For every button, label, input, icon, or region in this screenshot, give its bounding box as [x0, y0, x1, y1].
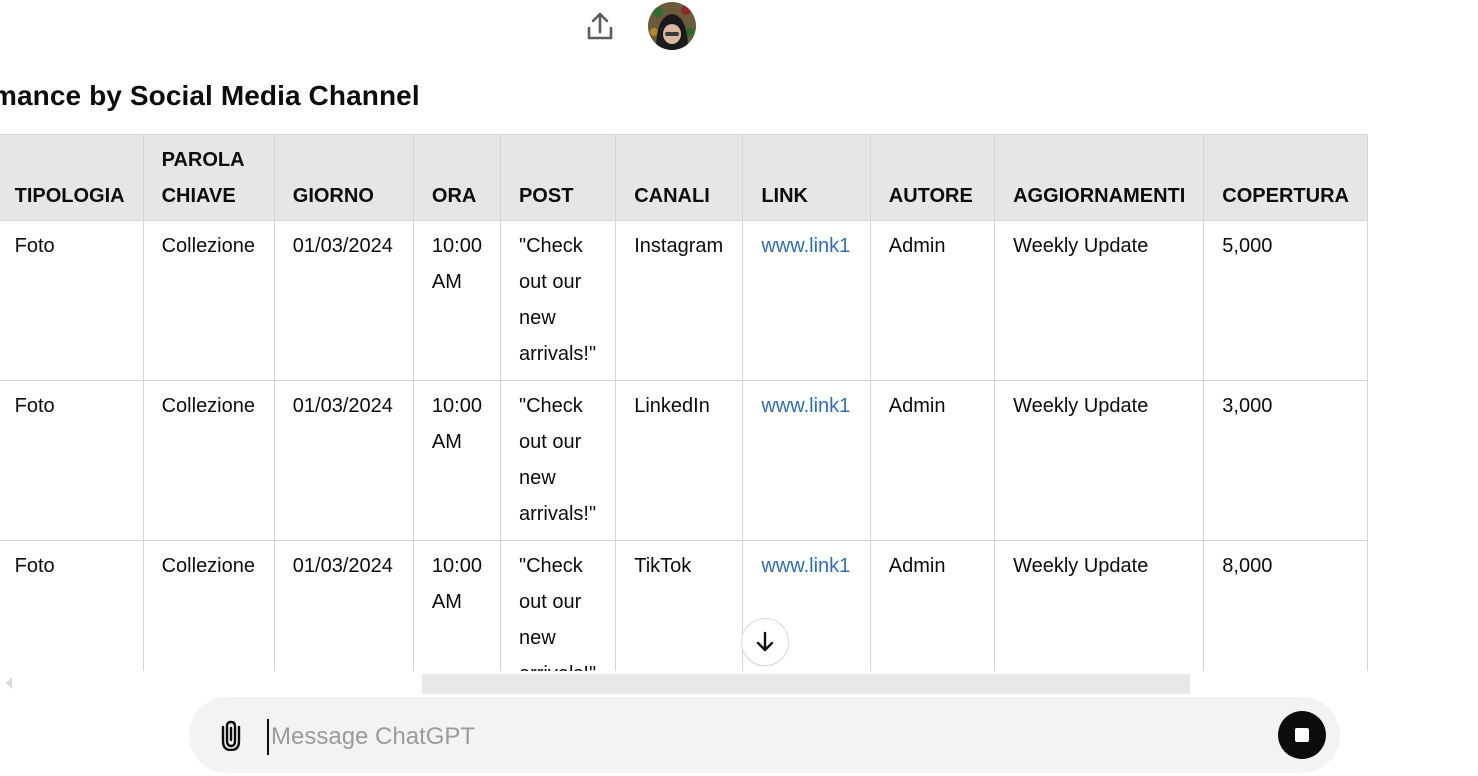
table-cell: 10:00 AM: [412, 380, 501, 541]
column-header: COPERTURA: [1203, 134, 1368, 221]
table-cell: TikTok: [615, 540, 744, 671]
avatar-image: [648, 2, 696, 50]
column-header: CANALI: [615, 134, 744, 221]
table-cell: 5,000: [1203, 220, 1368, 381]
message-composer: [189, 697, 1340, 773]
table-cell: Collezione: [142, 380, 275, 541]
scrollbar-thumb[interactable]: [422, 674, 1190, 694]
column-header: LINK: [742, 134, 871, 221]
table-cell: Collezione: [142, 540, 275, 671]
table-link[interactable]: www.link1: [761, 235, 850, 257]
page-heading: mance by Social Media Channel: [0, 80, 420, 111]
table-cell: Admin: [869, 380, 996, 541]
column-header: GIORNO: [273, 134, 414, 221]
table-cell: Instagram: [615, 220, 744, 381]
table-link[interactable]: www.link1: [761, 395, 850, 417]
table-cell: LinkedIn: [615, 380, 744, 541]
stop-generating-button[interactable]: [1278, 711, 1326, 759]
scroll-left-arrow-icon[interactable]: [6, 677, 12, 689]
share-upload-icon: [587, 12, 613, 40]
paperclip-icon: [221, 720, 241, 751]
column-header: POST: [499, 134, 617, 221]
table-cell: Foto: [0, 540, 144, 671]
table-row: Foto Collezione 01/03/2024 10:00 AM "Che…: [0, 220, 1368, 381]
table-cell: 10:00 AM: [412, 540, 501, 671]
share-button[interactable]: [580, 6, 620, 46]
scroll-to-bottom-button[interactable]: [741, 618, 789, 666]
table-cell: Weekly Update: [994, 220, 1205, 381]
user-avatar[interactable]: [648, 2, 696, 50]
table-cell: 3,000: [1203, 380, 1368, 541]
table-cell: www.link1: [742, 220, 871, 381]
table-cell: Admin: [869, 540, 996, 671]
column-header: TIPOLOGIA: [0, 134, 144, 221]
table-row: Foto Collezione 01/03/2024 10:00 AM "Che…: [0, 380, 1368, 541]
column-header: AUTORE: [869, 134, 996, 221]
table-cell: Foto: [0, 380, 144, 541]
table-cell: www.link1: [742, 380, 871, 541]
table-cell: 10:00 AM: [412, 220, 501, 381]
attach-button[interactable]: [213, 717, 249, 753]
table-cell: Foto: [0, 220, 144, 381]
table-cell: Collezione: [142, 220, 275, 381]
arrow-down-icon: [756, 631, 774, 652]
horizontal-scrollbar[interactable]: [0, 672, 1478, 694]
social-media-table: TO TIPOLOGIA PAROLA CHIAVE GIORNO ORA PO…: [0, 134, 1368, 671]
message-input[interactable]: [267, 719, 1253, 755]
table-cell: "Check out our new arrivals!": [499, 540, 617, 671]
data-table-container[interactable]: TO TIPOLOGIA PAROLA CHIAVE GIORNO ORA PO…: [0, 134, 1478, 671]
stop-icon: [1295, 728, 1309, 742]
column-header: ORA: [412, 134, 501, 221]
table-cell: "Check out our new arrivals!": [499, 380, 617, 541]
table-row: Foto Collezione 01/03/2024 10:00 AM "Che…: [0, 540, 1368, 671]
table-cell: 01/03/2024: [273, 540, 414, 671]
table-cell: 01/03/2024: [273, 380, 414, 541]
table-cell: 01/03/2024: [273, 220, 414, 381]
table-cell: Admin: [869, 220, 996, 381]
column-header: PAROLA CHIAVE: [142, 134, 275, 221]
table-cell: "Check out our new arrivals!": [499, 220, 617, 381]
table-link[interactable]: www.link1: [761, 555, 850, 577]
table-header-row: TO TIPOLOGIA PAROLA CHIAVE GIORNO ORA PO…: [0, 134, 1368, 221]
table-cell: Weekly Update: [994, 380, 1205, 541]
column-header: AGGIORNAMENTI: [994, 134, 1205, 221]
table-cell: Weekly Update: [994, 540, 1205, 671]
table-cell: 8,000: [1203, 540, 1368, 671]
